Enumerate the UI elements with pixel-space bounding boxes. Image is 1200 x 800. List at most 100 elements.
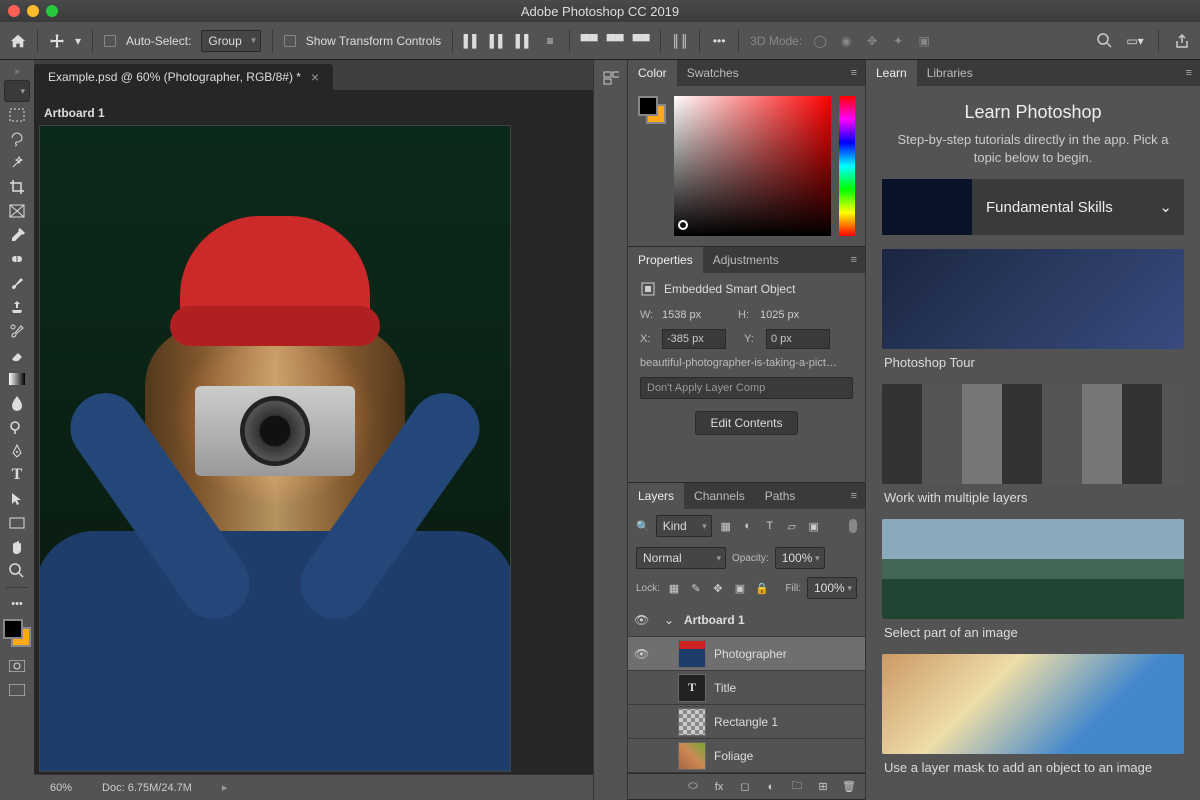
panel-menu-icon[interactable]: ≡ <box>843 254 865 266</box>
screenmode-icon[interactable] <box>4 679 30 701</box>
more-options-icon[interactable]: ••• <box>711 33 727 49</box>
edit-contents-button[interactable]: Edit Contents <box>695 411 797 435</box>
distribute-vcenter-icon[interactable]: ▀▀ <box>607 33 623 49</box>
close-tab-icon[interactable]: × <box>311 69 319 85</box>
color-field[interactable] <box>674 96 831 236</box>
blur-tool[interactable] <box>4 392 30 414</box>
layer-row[interactable]: 👁⌄Artboard 1 <box>628 603 865 637</box>
filter-toggle[interactable] <box>849 519 857 533</box>
lock-position-icon[interactable]: ✥ <box>710 580 726 596</box>
layer-row[interactable]: 👁Photographer <box>628 637 865 671</box>
hue-slider[interactable] <box>839 96 855 236</box>
autoselect-checkbox[interactable] <box>104 35 116 47</box>
channels-tab[interactable]: Channels <box>684 483 755 509</box>
fill-input[interactable]: 100% <box>807 577 857 599</box>
opacity-input[interactable]: 100% <box>775 547 825 569</box>
distribute-top-icon[interactable]: ▀▀ <box>581 33 597 49</box>
document-tab[interactable]: Example.psd @ 60% (Photographer, RGB/8#)… <box>34 64 333 90</box>
blend-mode-select[interactable]: Normal <box>636 547 726 569</box>
panel-menu-icon[interactable]: ≡ <box>843 67 865 79</box>
collapsed-panel-icon[interactable] <box>603 70 619 86</box>
move-tool-icon[interactable] <box>49 33 65 49</box>
layer-mask-icon[interactable]: ◻ <box>737 779 753 795</box>
filter-adjust-icon[interactable]: ◐ <box>740 518 756 534</box>
type-tool[interactable]: T <box>4 464 30 486</box>
clone-stamp-tool[interactable] <box>4 296 30 318</box>
layer-row[interactable]: Rectangle 1 <box>628 705 865 739</box>
x-input[interactable] <box>662 329 726 349</box>
doc-info[interactable]: Doc: 6.75M/24.7M <box>102 782 192 794</box>
tutorial-card[interactable]: Use a layer mask to add an object to an … <box>882 654 1184 775</box>
lock-pixels-icon[interactable]: ✎ <box>688 580 704 596</box>
canvas[interactable]: Artboard 1 <box>34 90 593 774</box>
lock-all-icon[interactable]: 🔒 <box>754 580 770 596</box>
distribute-h-icon[interactable]: ║║ <box>672 33 688 49</box>
properties-tab[interactable]: Properties <box>628 247 703 273</box>
zoom-tool[interactable] <box>4 560 30 582</box>
link-layers-icon[interactable]: ⬭ <box>685 779 701 795</box>
layer-style-icon[interactable]: fx <box>711 779 727 795</box>
visibility-toggle[interactable]: 👁 <box>634 613 648 627</box>
pen-tool[interactable] <box>4 440 30 462</box>
quickmask-icon[interactable] <box>4 655 30 677</box>
showtransform-checkbox[interactable] <box>284 35 296 47</box>
lasso-tool[interactable] <box>4 128 30 150</box>
eyedropper-tool[interactable] <box>4 224 30 246</box>
color-swatch-control[interactable] <box>3 619 31 647</box>
history-brush-tool[interactable] <box>4 320 30 342</box>
new-layer-icon[interactable]: ⊞ <box>815 779 831 795</box>
align-right-icon[interactable]: ▌▌ <box>516 33 532 49</box>
magic-wand-tool[interactable] <box>4 152 30 174</box>
crop-tool[interactable] <box>4 176 30 198</box>
layers-tab[interactable]: Layers <box>628 483 684 509</box>
lock-transparency-icon[interactable]: ▦ <box>666 580 682 596</box>
align-left-icon[interactable]: ▌▌ <box>464 33 480 49</box>
dodge-tool[interactable] <box>4 416 30 438</box>
y-input[interactable] <box>766 329 830 349</box>
learn-tab[interactable]: Learn <box>866 60 917 86</box>
share-icon[interactable] <box>1174 33 1190 49</box>
marquee-tool[interactable] <box>4 104 30 126</box>
new-group-icon[interactable]: 🗀 <box>789 779 805 795</box>
filter-pixel-icon[interactable]: ▦ <box>718 518 734 534</box>
paths-tab[interactable]: Paths <box>755 483 806 509</box>
swatches-tab[interactable]: Swatches <box>677 60 749 86</box>
color-tab[interactable]: Color <box>628 60 677 86</box>
tutorial-card[interactable]: Select part of an image <box>882 519 1184 640</box>
view-mode-icon[interactable]: ▭▾ <box>1127 33 1143 49</box>
foreground-background-swatch[interactable] <box>638 96 666 124</box>
eraser-tool[interactable] <box>4 344 30 366</box>
filter-type-icon[interactable]: T <box>762 518 778 534</box>
adjustments-tab[interactable]: Adjustments <box>703 247 789 273</box>
layercomp-select[interactable]: Don't Apply Layer Comp <box>640 377 853 399</box>
align-hcenter-icon[interactable]: ▌▌ <box>490 33 506 49</box>
libraries-tab[interactable]: Libraries <box>917 60 983 86</box>
chevron-down-icon[interactable]: ⌄ <box>664 613 676 627</box>
delete-layer-icon[interactable]: 🗑 <box>841 779 857 795</box>
autoselect-type-select[interactable]: Group <box>201 30 260 52</box>
layer-row[interactable]: Foliage <box>628 739 865 773</box>
zoom-value[interactable]: 60% <box>50 782 72 794</box>
edit-toolbar-icon[interactable]: ••• <box>4 593 30 615</box>
tutorial-card[interactable]: Photoshop Tour <box>882 249 1184 370</box>
search-icon[interactable] <box>1097 33 1113 49</box>
filter-shape-icon[interactable]: ▱ <box>784 518 800 534</box>
panel-menu-icon[interactable]: ≡ <box>1178 67 1200 79</box>
minimize-window-icon[interactable] <box>27 5 39 17</box>
shape-tool[interactable] <box>4 512 30 534</box>
artboard[interactable] <box>40 126 510 771</box>
toolbar-grip-icon[interactable]: » <box>14 66 19 76</box>
align-menu-icon[interactable]: ≡ <box>542 33 558 49</box>
move-tool[interactable] <box>4 80 30 102</box>
adjustment-layer-icon[interactable]: ◐ <box>763 779 779 795</box>
close-window-icon[interactable] <box>8 5 20 17</box>
layer-filter-kind[interactable]: Kind <box>656 515 712 537</box>
home-icon[interactable] <box>10 33 26 49</box>
frame-tool[interactable] <box>4 200 30 222</box>
healing-brush-tool[interactable] <box>4 248 30 270</box>
distribute-bottom-icon[interactable]: ▀▀ <box>633 33 649 49</box>
brush-tool[interactable] <box>4 272 30 294</box>
tutorial-card[interactable]: Work with multiple layers <box>882 384 1184 505</box>
hand-tool[interactable] <box>4 536 30 558</box>
panel-menu-icon[interactable]: ≡ <box>843 490 865 502</box>
